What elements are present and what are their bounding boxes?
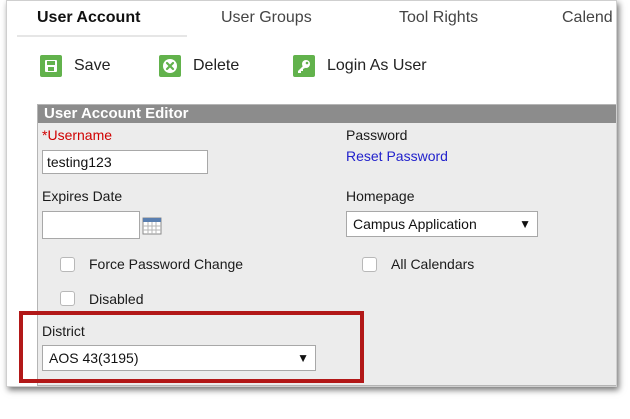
all-calendars-label: All Calendars xyxy=(391,256,475,272)
chevron-down-icon: ▼ xyxy=(519,217,531,231)
key-icon xyxy=(293,55,315,77)
all-calendars-checkbox[interactable] xyxy=(362,257,377,272)
tab-bar: User Account User Groups Tool Rights Cal… xyxy=(7,1,616,39)
username-label-text: Username xyxy=(47,127,113,143)
homepage-label: Homepage xyxy=(346,188,415,204)
calendar-icon[interactable] xyxy=(142,217,162,235)
chevron-down-icon: ▼ xyxy=(297,351,309,365)
delete-button[interactable]: Delete xyxy=(159,48,239,84)
user-account-window: User Account User Groups Tool Rights Cal… xyxy=(6,0,617,387)
district-select[interactable]: AOS 43(3195) ▼ xyxy=(42,345,316,371)
save-label: Save xyxy=(74,57,111,74)
homepage-select[interactable]: Campus Application ▼ xyxy=(346,211,538,237)
tab-calendars[interactable]: Calend xyxy=(562,1,613,39)
delete-label: Delete xyxy=(193,57,240,74)
district-label: District xyxy=(42,323,85,339)
force-password-change-checkbox[interactable] xyxy=(60,257,75,272)
toolbar: Save Delete Login As User xyxy=(7,48,616,84)
expires-date-input[interactable] xyxy=(42,211,140,239)
password-label: Password xyxy=(346,127,408,143)
save-button[interactable]: Save xyxy=(40,48,110,84)
delete-icon xyxy=(159,55,181,77)
save-icon xyxy=(40,55,62,77)
username-input[interactable]: testing123 xyxy=(42,150,208,174)
login-as-user-button[interactable]: Login As User xyxy=(293,48,427,84)
tab-tool-rights[interactable]: Tool Rights xyxy=(399,1,478,39)
disabled-label: Disabled xyxy=(89,291,144,307)
tab-user-account[interactable]: User Account xyxy=(37,1,140,39)
expires-date-label: Expires Date xyxy=(42,188,123,204)
district-value: AOS 43(3195) xyxy=(49,350,139,366)
tab-user-groups[interactable]: User Groups xyxy=(221,1,312,39)
editor-title: User Account Editor xyxy=(38,105,616,123)
force-password-change-label: Force Password Change xyxy=(89,256,244,272)
disabled-checkbox[interactable] xyxy=(60,291,75,306)
reset-password-link[interactable]: Reset Password xyxy=(346,148,448,164)
tab-divider xyxy=(17,35,187,37)
user-account-editor: User Account Editor *Username testing123… xyxy=(37,104,616,386)
homepage-value: Campus Application xyxy=(353,216,477,232)
username-label: *Username xyxy=(42,127,112,143)
login-as-user-label: Login As User xyxy=(327,57,427,74)
